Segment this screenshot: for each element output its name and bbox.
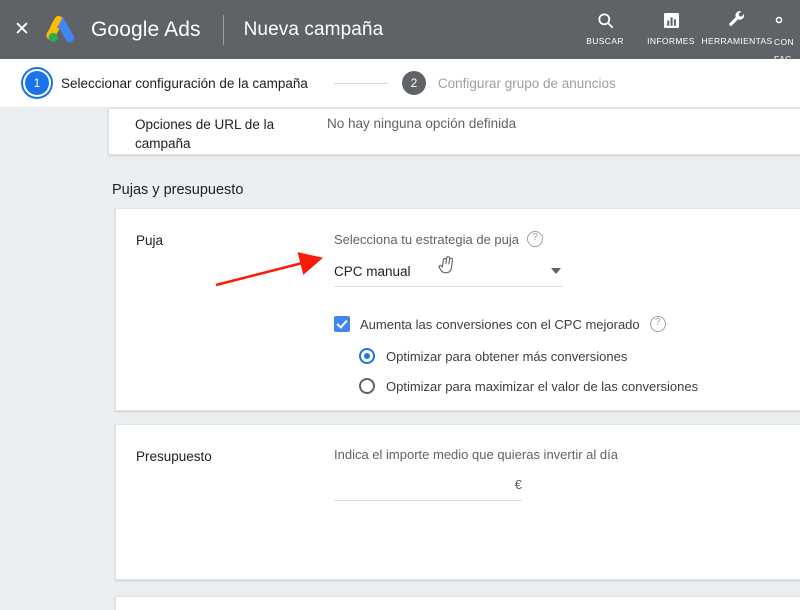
bid-strategy-caption-text: Selecciona tu estrategia de puja xyxy=(334,231,520,247)
puja-card: Puja Selecciona tu estrategia de puja ? … xyxy=(115,208,800,411)
enhanced-cpc-checkbox[interactable] xyxy=(334,316,350,332)
help-circle-icon[interactable]: ? xyxy=(527,231,544,247)
gear-icon xyxy=(770,9,788,31)
stepper-step-2[interactable]: 2 Configurar grupo de anuncios xyxy=(401,71,616,95)
topbar-action-informes[interactable]: INFORMES xyxy=(638,9,704,46)
optimize-conversions-radio[interactable] xyxy=(359,348,375,364)
optimize-conversion-value-label: Optimizar para maximizar el valor de las… xyxy=(386,378,699,394)
bid-strategy-selected-value: CPC manual xyxy=(334,264,411,279)
google-ads-logo-icon xyxy=(46,15,80,45)
topbar-actions: BUSCAR INFORMES HERRAMIENTAS CON xyxy=(572,0,800,64)
help-circle-icon[interactable]: ? xyxy=(649,316,666,332)
topbar-action-configuracion-facturacion[interactable]: CON FAC xyxy=(770,9,800,65)
next-settings-card[interactable] xyxy=(115,596,800,610)
budget-amount-input[interactable]: € xyxy=(334,476,522,501)
card-label: Opciones de URL de la campaña xyxy=(135,117,275,151)
wrench-icon xyxy=(727,9,747,31)
bid-strategy-select[interactable]: CPC manual xyxy=(334,264,563,287)
bid-strategy-caption: Selecciona tu estrategia de puja ? xyxy=(334,231,800,247)
campaign-settings-content: Opciones de URL de la campaña No hay nin… xyxy=(0,108,800,610)
presupuesto-card: Presupuesto Indica el importe medio que … xyxy=(115,424,800,580)
card-label-puja: Puja xyxy=(136,233,164,248)
stepper-connector xyxy=(333,82,388,84)
step-number: 2 xyxy=(401,71,426,95)
step-label: Seleccionar configuración de la campaña xyxy=(61,75,308,91)
brand-divider xyxy=(222,14,224,45)
card-value: No hay ninguna opción definida xyxy=(327,116,517,131)
campaign-stepper: 1 Seleccionar configuración de la campañ… xyxy=(0,59,800,108)
topbar-action-label: HERRAMIENTAS xyxy=(701,36,773,46)
optimize-conversions-radio-row[interactable]: Optimizar para obtener más conversiones xyxy=(359,348,800,364)
topbar-action-label: INFORMES xyxy=(647,36,695,46)
bar-chart-icon xyxy=(662,9,681,31)
google-ads-new-campaign-page: ✕ Google Ads Nueva campaña BUSCAR INFORM… xyxy=(0,0,800,610)
enhanced-cpc-checkbox-row[interactable]: Aumenta las conversiones con el CPC mejo… xyxy=(334,316,800,332)
topbar-action-herramientas[interactable]: HERRAMIENTAS xyxy=(701,9,773,46)
topbar-action-label-line1: CON xyxy=(774,37,794,47)
enhanced-cpc-label: Aumenta las conversiones con el CPC mejo… xyxy=(360,316,640,332)
section-heading-pujas-presupuesto: Pujas y presupuesto xyxy=(112,182,244,198)
card-label-presupuesto: Presupuesto xyxy=(136,449,212,464)
budget-caption-text: Indica el importe medio que quieras inve… xyxy=(334,447,618,462)
close-icon[interactable]: ✕ xyxy=(0,0,44,59)
topbar-action-buscar[interactable]: BUSCAR xyxy=(572,9,638,46)
search-icon xyxy=(596,9,615,31)
budget-caption: Indica el importe medio que quieras inve… xyxy=(334,447,800,462)
brand-name: Google Ads xyxy=(91,17,201,41)
step-label: Configurar grupo de anuncios xyxy=(437,75,616,91)
top-app-bar: ✕ Google Ads Nueva campaña BUSCAR INFORM… xyxy=(0,0,800,64)
step-number: 1 xyxy=(25,71,49,95)
page-title: Nueva campaña xyxy=(243,18,384,40)
currency-symbol: € xyxy=(514,477,522,492)
optimize-conversion-value-radio[interactable] xyxy=(359,378,375,394)
optimize-conversion-value-radio-row[interactable]: Optimizar para maximizar el valor de las… xyxy=(359,378,800,394)
stepper-step-1[interactable]: 1 Seleccionar configuración de la campañ… xyxy=(0,71,308,95)
campaign-url-options-card[interactable]: Opciones de URL de la campaña No hay nin… xyxy=(108,108,800,155)
topbar-action-label: BUSCAR xyxy=(586,36,624,46)
optimize-conversions-label: Optimizar para obtener más conversiones xyxy=(386,348,628,364)
chevron-down-icon xyxy=(551,268,561,274)
